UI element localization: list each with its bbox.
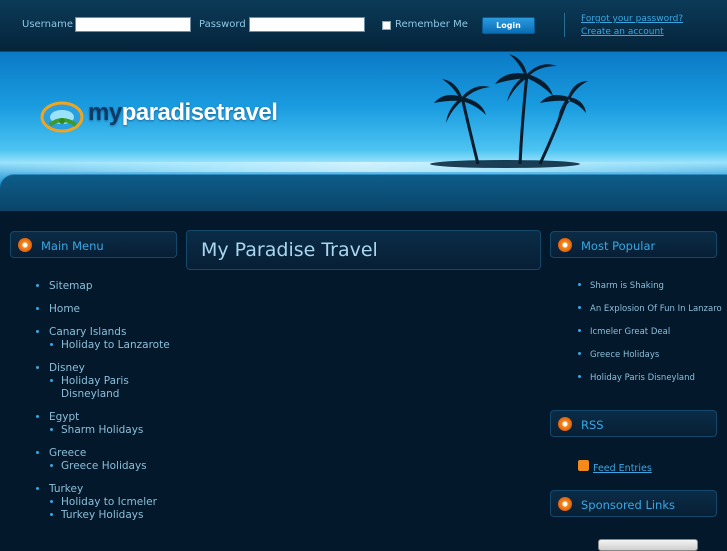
most-popular-title: Most Popular bbox=[581, 239, 656, 253]
password-label: Password bbox=[199, 19, 246, 30]
main-menu-header: Main Menu bbox=[10, 231, 177, 258]
sponsored-links-title: Sponsored Links bbox=[581, 498, 675, 512]
feed-entries-link[interactable]: Feed Entries bbox=[593, 463, 652, 474]
main-menu-title: Main Menu bbox=[41, 239, 104, 253]
page-title: My Paradise Travel bbox=[201, 239, 378, 261]
remember-me-checkbox[interactable] bbox=[382, 21, 391, 30]
menu-item-disneyland[interactable]: Disneyland bbox=[61, 388, 119, 400]
popular-item[interactable]: An Explosion Of Fun In Lanzaro bbox=[590, 304, 722, 314]
divider bbox=[564, 13, 565, 37]
menu-item-holiday-to-icmeler[interactable]: Holiday to Icmeler bbox=[61, 496, 157, 508]
popular-item[interactable]: Holiday Paris Disneyland bbox=[590, 373, 695, 383]
logo-icon bbox=[40, 101, 84, 133]
password-input[interactable] bbox=[249, 17, 365, 32]
popular-item[interactable]: Icmeler Great Deal bbox=[590, 327, 670, 337]
username-label: Username bbox=[22, 19, 73, 30]
menu-item-sharm-holidays[interactable]: Sharm Holidays bbox=[61, 424, 143, 436]
login-bar: Username Password Remember Me Login Forg… bbox=[0, 0, 727, 52]
menu-item-turkey[interactable]: Turkey bbox=[49, 483, 83, 495]
rss-title: RSS bbox=[581, 418, 604, 432]
menu-item-holiday-to-lanzarote[interactable]: Holiday to Lanzarote bbox=[61, 339, 170, 351]
most-popular-header: Most Popular bbox=[550, 231, 717, 258]
content-title-box: My Paradise Travel bbox=[186, 230, 541, 270]
star-icon bbox=[18, 238, 32, 252]
menu-item-egypt[interactable]: Egypt bbox=[49, 411, 79, 423]
username-input[interactable] bbox=[75, 17, 191, 32]
menu-item-home[interactable]: Home bbox=[49, 303, 80, 315]
nav-bar bbox=[0, 174, 727, 211]
menu-item-turkey-holidays[interactable]: Turkey Holidays bbox=[61, 509, 143, 521]
rss-header: RSS bbox=[550, 410, 717, 437]
sponsored-links-header: Sponsored Links bbox=[550, 490, 717, 517]
menu-item-disney[interactable]: Disney bbox=[49, 362, 85, 374]
sponsored-button[interactable] bbox=[598, 539, 698, 551]
menu-item-sitemap[interactable]: Sitemap bbox=[49, 280, 93, 292]
star-icon bbox=[558, 497, 572, 511]
popular-item[interactable]: Greece Holidays bbox=[590, 350, 659, 360]
menu-item-greece[interactable]: Greece bbox=[49, 447, 86, 459]
popular-item[interactable]: Sharm is Shaking bbox=[590, 281, 664, 291]
remember-me-label: Remember Me bbox=[395, 19, 468, 30]
menu-item-greece-holidays[interactable]: Greece Holidays bbox=[61, 460, 147, 472]
login-button[interactable]: Login bbox=[482, 17, 535, 34]
star-icon bbox=[558, 238, 572, 252]
forgot-password-link[interactable]: Forgot your password? bbox=[581, 14, 683, 24]
star-icon bbox=[558, 417, 572, 431]
create-account-link[interactable]: Create an account bbox=[581, 27, 664, 37]
site-logo-text[interactable]: myparadisetravel bbox=[88, 99, 278, 127]
menu-item-canary-islands[interactable]: Canary Islands bbox=[49, 326, 126, 338]
menu-item-holiday-paris[interactable]: Holiday Paris bbox=[61, 375, 129, 387]
rss-feed-icon[interactable] bbox=[578, 460, 589, 471]
